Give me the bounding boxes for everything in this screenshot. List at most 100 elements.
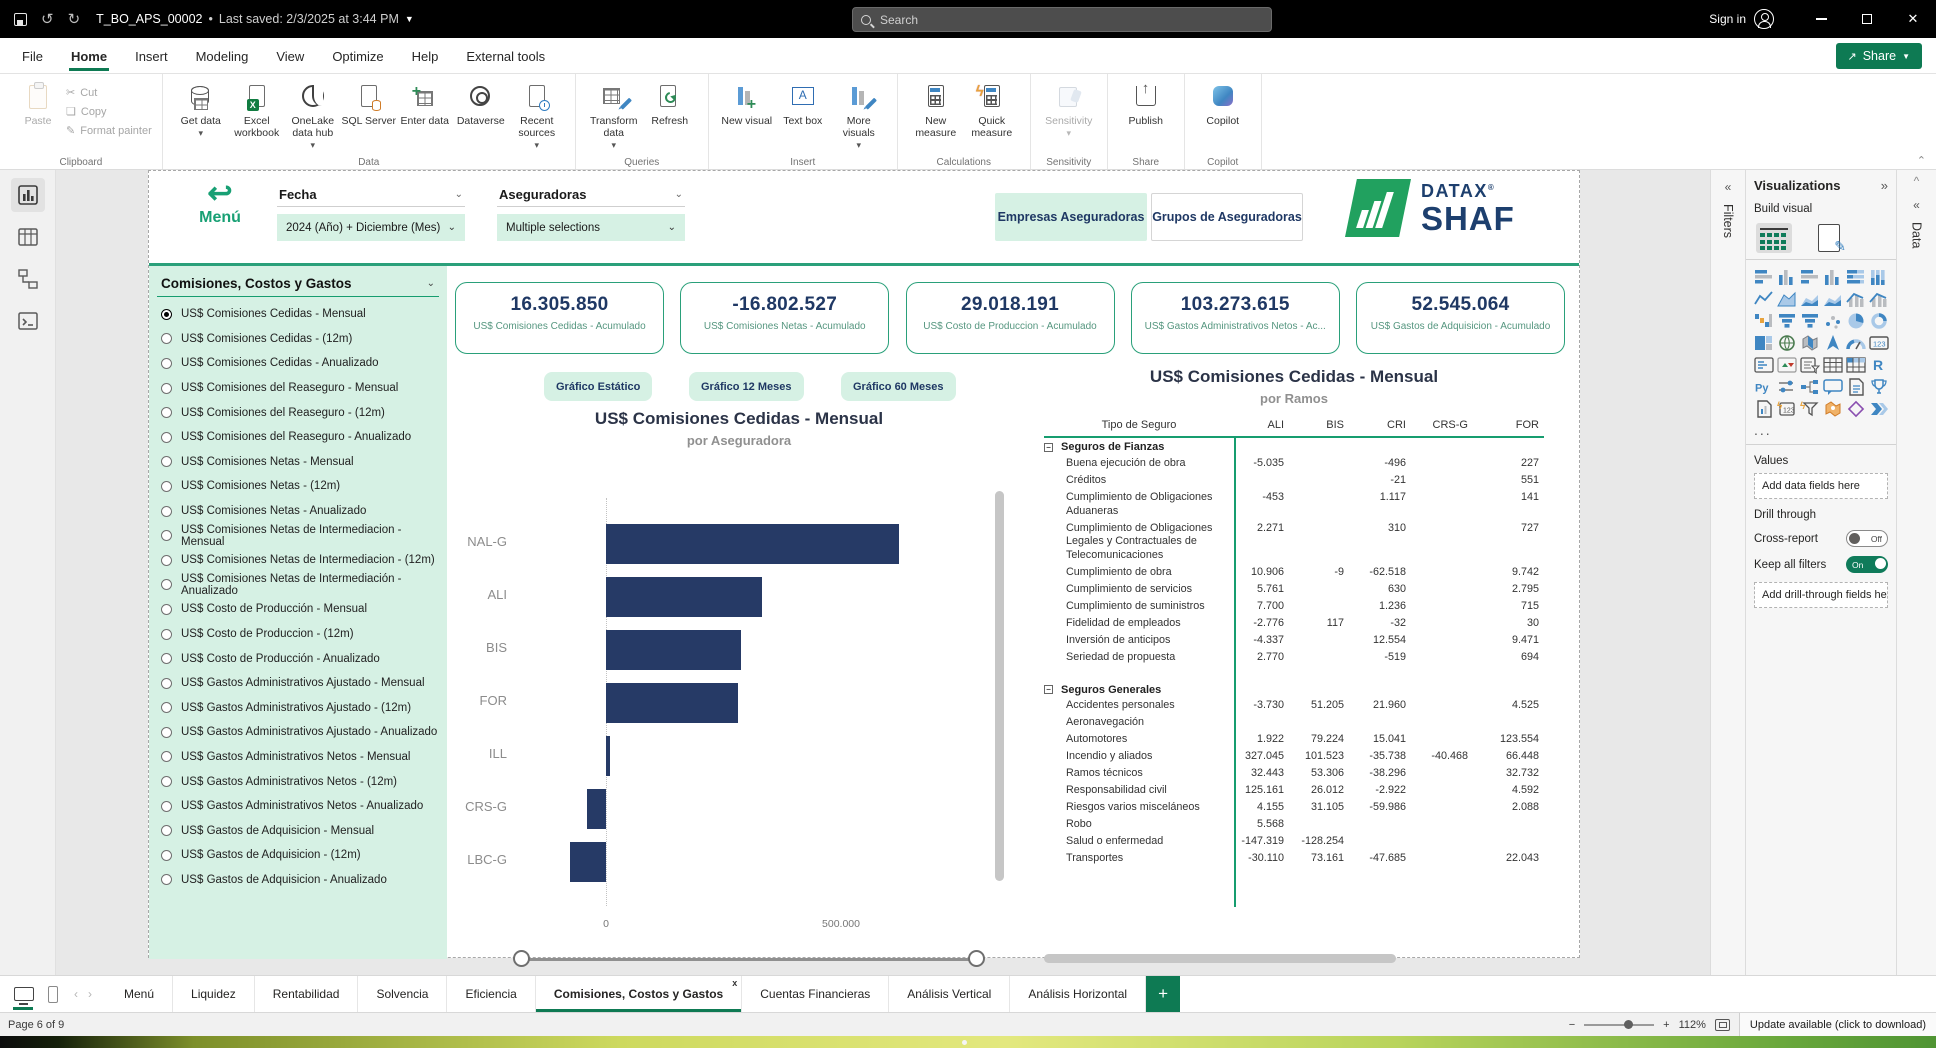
radio-icon[interactable] <box>161 727 172 738</box>
more-visual-types[interactable]: ... <box>1754 422 1888 438</box>
radio-icon[interactable] <box>161 751 172 762</box>
zoom-out-button[interactable]: − <box>1569 1019 1575 1031</box>
page-tab-an-lisis-horizontal[interactable]: Análisis Horizontal <box>1010 976 1146 1012</box>
kpi-card[interactable]: 16.305.850US$ Comisiones Cedidas - Acumu… <box>455 282 664 354</box>
matrix-column-header[interactable]: BIS <box>1286 416 1346 433</box>
matrix-row[interactable]: Cumplimiento de obra10.906-9-62.5189.742 <box>1044 565 1544 582</box>
matrix-row[interactable]: Buena ejecución de obra-5.035-496227 <box>1044 455 1544 472</box>
drill-through-field-well[interactable]: Add drill-through fields here <box>1754 582 1888 608</box>
radio-icon[interactable] <box>161 874 172 885</box>
100-stacked-bar-chart-icon[interactable] <box>1846 268 1866 286</box>
metric-option[interactable]: US$ Gastos Administrativos Ajustado - (1… <box>161 696 447 721</box>
bar[interactable] <box>606 683 738 723</box>
stacked-bar-chart-icon[interactable] <box>1754 268 1774 286</box>
copilot-button[interactable]: Copilot <box>1195 80 1251 127</box>
enter-data-button[interactable]: +Enter data <box>397 80 453 127</box>
kpi-card[interactable]: 52.545.064US$ Gastos de Adquisicion - Ac… <box>1356 282 1565 354</box>
radio-icon[interactable] <box>161 333 172 344</box>
filled-map-icon[interactable] <box>1800 334 1820 352</box>
redo-icon[interactable]: ↻ <box>68 10 81 28</box>
key-influencers-icon[interactable] <box>1777 378 1797 396</box>
radio-icon[interactable] <box>161 530 172 541</box>
kpi-card[interactable]: 29.018.191US$ Costo de Produccion - Acum… <box>906 282 1115 354</box>
radio-icon[interactable] <box>161 604 172 615</box>
save-icon[interactable] <box>14 13 27 26</box>
metric-option[interactable]: US$ Comisiones del Reaseguro - (12m) <box>161 400 447 425</box>
empresas-aseguradoras-button[interactable]: Empresas Aseguradoras <box>995 193 1147 241</box>
radio-icon[interactable] <box>161 383 172 394</box>
radio-icon[interactable] <box>161 579 172 590</box>
q-and-a-icon[interactable] <box>1823 378 1843 396</box>
collapse-group-icon[interactable]: − <box>1044 685 1053 694</box>
stacked-area-chart-icon[interactable] <box>1800 290 1820 308</box>
quick-measure-button[interactable]: ϟQuick measure <box>964 80 1020 139</box>
table-view-icon[interactable] <box>11 220 45 254</box>
bar[interactable] <box>570 842 606 882</box>
map-icon[interactable] <box>1777 334 1797 352</box>
ribbon-chart-icon[interactable] <box>1869 290 1889 308</box>
scatter-chart-icon[interactable] <box>1823 312 1843 330</box>
metric-option[interactable]: US$ Comisiones del Reaseguro - Anualizad… <box>161 425 447 450</box>
bar-chart[interactable]: NAL-GALIBISFORILLCRS-GLBC-G0500.000 <box>439 486 1014 931</box>
radio-icon[interactable] <box>161 629 172 640</box>
bar[interactable] <box>587 789 606 829</box>
kpi-icon[interactable] <box>1777 356 1797 374</box>
metric-option[interactable]: US$ Costo de Producción - Anualizado <box>161 646 447 671</box>
keep-all-filters-toggle[interactable]: On <box>1846 556 1888 573</box>
radio-icon[interactable] <box>161 555 172 566</box>
card-icon[interactable]: 123 <box>1869 334 1889 352</box>
recent-sources-button[interactable]: Recent sources ▾ <box>509 80 565 151</box>
chevron-down-icon[interactable]: ⌄ <box>675 189 683 200</box>
chevron-down-icon[interactable]: ⌄ <box>455 189 463 200</box>
smart-filter-icon[interactable]: ϟ <box>1800 400 1820 418</box>
gauge-icon[interactable] <box>1846 334 1866 352</box>
excel-workbook-button[interactable]: XExcel workbook <box>229 80 285 139</box>
cross-report-toggle[interactable]: Off <box>1846 530 1888 547</box>
power-automate-icon[interactable] <box>1869 400 1889 418</box>
metrics-icon[interactable] <box>1869 378 1889 396</box>
report-visual-icon[interactable] <box>1754 400 1774 418</box>
text-box-button[interactable]: AText box <box>775 80 831 127</box>
matrix-row[interactable]: Accidentes personales-3.73051.20521.9604… <box>1044 698 1544 715</box>
radio-icon[interactable] <box>161 850 172 861</box>
report-page[interactable]: ↩ Menú Fecha⌄ 2024 (Año) + Diciembre (Me… <box>148 170 1580 958</box>
menu-tab-home[interactable]: Home <box>57 40 121 71</box>
matrix-row[interactable]: Seriedad de propuesta2.770-519694 <box>1044 650 1544 667</box>
sql-server-button[interactable]: SQL Server <box>341 80 397 127</box>
report-view-icon[interactable] <box>11 178 45 212</box>
next-page-icon[interactable]: › <box>88 987 92 1001</box>
account-icon[interactable] <box>1754 9 1774 29</box>
page-tab-men-[interactable]: Menú <box>106 976 173 1012</box>
matrix-row[interactable]: Cumplimiento de Obligaciones Aduaneras-4… <box>1044 489 1544 520</box>
page-tab-eficiencia[interactable]: Eficiencia <box>447 976 535 1012</box>
line-and-clustered-column-chart-icon[interactable] <box>1846 290 1866 308</box>
matrix-row[interactable]: Riesgos varios misceláneos4.15531.105-59… <box>1044 800 1544 817</box>
fecha-dropdown[interactable]: 2024 (Año) + Diciembre (Mes)⌄ <box>277 214 465 241</box>
metric-option[interactable]: US$ Comisiones Netas - Anualizado <box>161 499 447 524</box>
radio-icon[interactable] <box>161 432 172 443</box>
matrix-column-header[interactable]: CRS-G <box>1408 416 1470 433</box>
matrix-row[interactable]: Salud o enfermedad-147.319-128.254 <box>1044 834 1544 851</box>
metric-option[interactable]: US$ Gastos de Adquisicion - Mensual <box>161 818 447 843</box>
onelake-data-hub-button[interactable]: OneLake data hub ▾ <box>285 80 341 151</box>
back-to-menu-button[interactable]: ↩ Menú <box>185 181 255 227</box>
aseguradoras-dropdown[interactable]: Multiple selections⌄ <box>497 214 685 241</box>
line-chart-icon[interactable] <box>1754 290 1774 308</box>
matrix-row[interactable]: Créditos-21551 <box>1044 472 1544 489</box>
matrix-row[interactable]: Transportes-30.11073.161-47.68522.043 <box>1044 851 1544 868</box>
chart-range-slider[interactable] <box>513 950 985 968</box>
metric-option[interactable]: US$ Comisiones Cedidas - (12m) <box>161 327 447 352</box>
metric-option[interactable]: US$ Comisiones del Reaseguro - Mensual <box>161 376 447 401</box>
metric-option[interactable]: US$ Comisiones Netas de Intermediacion -… <box>161 523 447 548</box>
desktop-view-icon[interactable] <box>14 987 34 1001</box>
zoom-slider[interactable] <box>1584 1024 1654 1026</box>
undo-icon[interactable]: ↺ <box>41 10 54 28</box>
kpi-card[interactable]: -16.802.527US$ Comisiones Netas - Acumul… <box>680 282 889 354</box>
slider-handle-left[interactable] <box>513 950 530 967</box>
radio-icon[interactable] <box>161 776 172 787</box>
matrix-row[interactable]: Robo5.568 <box>1044 817 1544 834</box>
menu-tab-external-tools[interactable]: External tools <box>452 40 559 71</box>
page-tab-cuentas-financieras[interactable]: Cuentas Financieras <box>742 976 889 1012</box>
dataverse-button[interactable]: Dataverse <box>453 80 509 127</box>
radio-icon[interactable] <box>161 678 172 689</box>
